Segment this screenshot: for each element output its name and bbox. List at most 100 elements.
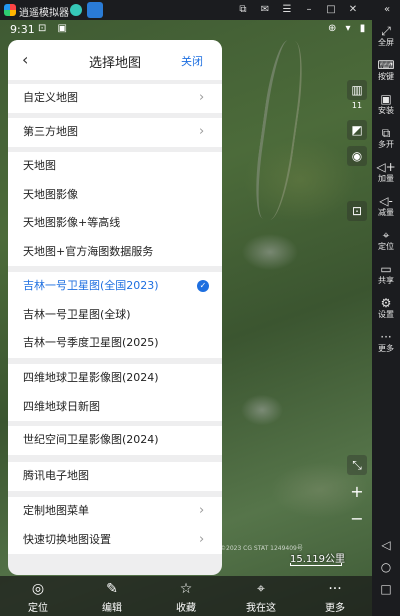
custom-map-menu[interactable]: 定制地图菜单 › (8, 497, 222, 526)
map-option[interactable]: 吉林一号卫星图(全球) (8, 301, 222, 330)
side-location-button[interactable]: ⌖ 定位 (372, 228, 400, 252)
bottom-nav: ◎ 定位 ✎ 编辑 ☆ 收藏 ⌖ 我在这 ··· 更多 (0, 576, 372, 616)
map-group: 自定义地图 › (8, 84, 222, 113)
side-label: 全屏 (378, 38, 394, 47)
map-option-third-party[interactable]: 第三方地图 › (8, 118, 222, 147)
keyboard-icon: ⌨ (377, 58, 395, 72)
map-option-label: 四维地球卫星影像图(2024) (23, 371, 159, 384)
map-layers-icon[interactable]: ▥ (347, 80, 367, 100)
map-option[interactable]: 天地图影像 (8, 181, 222, 210)
screenshot-icon[interactable]: ⊡ (347, 201, 367, 221)
app-tab-icon[interactable] (70, 4, 82, 16)
map-option[interactable]: 腾讯电子地图 (8, 462, 222, 491)
nav-label: 定位 (28, 603, 48, 614)
map-option-label: 吉林一号卫星图(全国2023) (23, 279, 159, 292)
checkmark-icon: ✓ (197, 280, 209, 292)
message-icon[interactable]: ✉ (258, 3, 272, 17)
collapse-toolbar-icon[interactable]: « (380, 3, 394, 17)
notification-icons: ⊡ ▣ (38, 23, 72, 34)
maximize-button[interactable]: □ (324, 3, 338, 17)
fullscreen-icon: ⤢ (381, 24, 391, 38)
expand-map-icon[interactable]: ⤡ (347, 455, 367, 475)
side-volume-up-button[interactable]: ◁+ 加量 (372, 160, 400, 184)
side-multi-instance-button[interactable]: ⧉ 多开 (372, 126, 400, 150)
status-time: 9:31 (10, 23, 35, 36)
layers-tool[interactable]: ▥ 11 (346, 80, 368, 112)
nav-label: 更多 (325, 603, 345, 614)
map-option-selected[interactable]: 吉林一号卫星图(全国2023) ✓ (8, 272, 222, 301)
android-recents-button[interactable]: □ (372, 582, 400, 596)
map-option[interactable]: 吉林一号季度卫星图(2025) (8, 329, 222, 358)
map-option[interactable]: 世纪空间卫星影像图(2024) (8, 426, 222, 455)
minimize-button[interactable]: – (302, 3, 316, 17)
side-more-button[interactable]: ··· 更多 (372, 330, 400, 354)
fullscreen-tool[interactable]: ⤡ (346, 455, 368, 475)
compass-icon[interactable]: ◩ (347, 120, 367, 140)
screenshot-tool[interactable]: ⊡ (346, 201, 368, 221)
map-group: 腾讯电子地图 (8, 462, 222, 491)
nav-label: 编辑 (102, 603, 122, 614)
close-button[interactable]: 关闭 (181, 53, 203, 69)
emulator-side-toolbar: ⤢ 全屏 ⌨ 按键 ▣ 安装 ⧉ 多开 ◁+ 加量 ◁- 减量 ⌖ 定位 ▭ 共… (372, 20, 400, 616)
chevron-right-icon: › (199, 503, 205, 518)
side-fullscreen-button[interactable]: ⤢ 全屏 (372, 24, 400, 48)
status-bar: 9:31 ⊡ ▣ ⊕ ▾ ▮ (0, 20, 372, 40)
side-keymap-button[interactable]: ⌨ 按键 (372, 58, 400, 82)
nav-locate[interactable]: ◎ 定位 (8, 580, 68, 616)
quick-switch-settings[interactable]: 快速切换地图设置 › (8, 526, 222, 555)
nav-more[interactable]: ··· 更多 (305, 580, 365, 616)
android-home-button[interactable]: ○ (372, 560, 400, 574)
map-option[interactable]: 天地图影像+等高线 (8, 209, 222, 238)
emulator-logo-icon (4, 4, 16, 16)
camera-tool[interactable]: ◉ (346, 146, 368, 166)
zoom-in-button[interactable]: + (348, 483, 366, 501)
active-app-tab-icon[interactable] (87, 2, 103, 18)
side-label: 设置 (378, 310, 394, 319)
nav-i-am-here[interactable]: ⌖ 我在这 (231, 580, 291, 616)
volume-down-icon: ◁- (379, 194, 393, 208)
side-label: 更多 (378, 344, 394, 353)
side-settings-button[interactable]: ⚙ 设置 (372, 296, 400, 320)
side-label: 共享 (378, 276, 394, 285)
side-label: 加量 (378, 174, 394, 183)
close-window-button[interactable]: ✕ (346, 3, 360, 17)
location-pin-icon: ⌖ (382, 228, 390, 242)
map-option-custom[interactable]: 自定义地图 › (8, 84, 222, 113)
android-back-button[interactable]: ◁ (372, 538, 400, 552)
side-label: 定位 (378, 242, 394, 251)
side-volume-down-button[interactable]: ◁- 减量 (372, 194, 400, 218)
map-option-label: 天地图影像+等高线 (23, 216, 121, 229)
map-option-label: 定制地图菜单 (23, 504, 89, 517)
map-option-label: 吉林一号季度卫星图(2025) (23, 336, 159, 349)
map-group: 吉林一号卫星图(全国2023) ✓ 吉林一号卫星图(全球) 吉林一号季度卫星图(… (8, 272, 222, 358)
map-option-label: 自定义地图 (23, 91, 78, 104)
gear-icon: ⚙ (380, 296, 392, 310)
compass-tool[interactable]: ◩ (346, 120, 368, 140)
map-option-label: 快速切换地图设置 (23, 532, 111, 546)
map-option-label: 天地图 (23, 159, 56, 172)
target-icon: ◎ (31, 581, 45, 597)
side-install-button[interactable]: ▣ 安装 (372, 92, 400, 116)
nav-favorites[interactable]: ☆ 收藏 (156, 580, 216, 616)
map-option-label: 四维地球日新图 (23, 399, 100, 413)
nav-edit[interactable]: ✎ 编辑 (82, 580, 142, 616)
map-option[interactable]: 天地图+官方海图数据服务 (8, 238, 222, 267)
panel-header: ‹ 选择地图 关闭 (8, 40, 222, 80)
menu-icon[interactable]: ☰ (280, 3, 294, 17)
chevron-right-icon: › (199, 124, 205, 139)
emulator-title: 逍遥模拟器 (19, 8, 69, 19)
chevron-right-icon: › (199, 90, 205, 105)
map-group: 四维地球卫星影像图(2024) 四维地球日新图 (8, 364, 222, 421)
location-pin-icon: ⌖ (257, 581, 265, 597)
map-option-label: 第三方地图 (23, 125, 78, 138)
window-multi-icon[interactable]: ⧉ (236, 3, 250, 17)
map-option[interactable]: 四维地球卫星影像图(2024) (8, 364, 222, 393)
select-map-panel: ‹ 选择地图 关闭 自定义地图 › 第三方地图 › 天地图 天地图影像 天地图影… (8, 40, 222, 575)
map-option[interactable]: 四维地球日新图 (8, 393, 222, 422)
zoom-out-button[interactable]: − (348, 510, 366, 528)
map-option-label: 腾讯电子地图 (23, 469, 89, 482)
camera-icon[interactable]: ◉ (347, 146, 367, 166)
side-share-button[interactable]: ▭ 共享 (372, 262, 400, 286)
signal-battery-icons: ⊕ ▾ ▮ (328, 23, 369, 34)
map-option[interactable]: 天地图 (8, 152, 222, 181)
